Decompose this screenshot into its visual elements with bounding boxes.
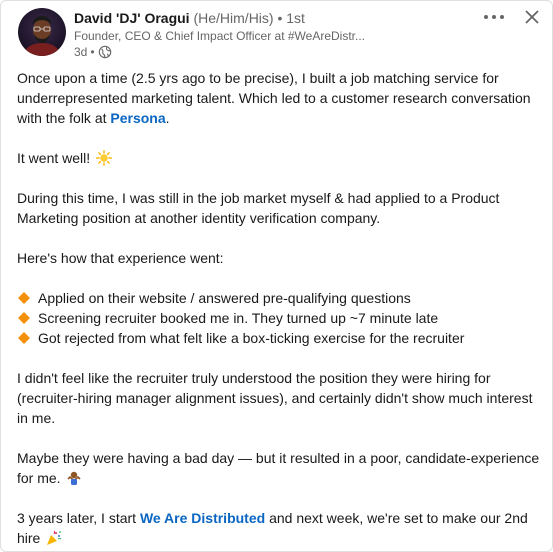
- post-paragraph-1: Once upon a time (2.5 yrs ago to be prec…: [17, 68, 542, 128]
- post-body: Once upon a time (2.5 yrs ago to be prec…: [17, 68, 542, 548]
- sun-emoji-icon: [96, 150, 112, 166]
- close-button[interactable]: [520, 5, 544, 29]
- orange-diamond-icon: [17, 310, 31, 324]
- paragraph-text: Maybe they were having a bad day — but i…: [17, 450, 540, 486]
- bullet-text: Got rejected from what felt like a box-t…: [38, 330, 465, 346]
- post-card: David 'DJ' Oragui (He/Him/His) • 1st Fou…: [0, 0, 553, 552]
- author-headline: Founder, CEO & Chief Impact Officer at #…: [74, 29, 365, 43]
- author-name[interactable]: David 'DJ' Oragui: [74, 10, 190, 26]
- close-icon: [525, 10, 539, 24]
- author-name-row: David 'DJ' Oragui (He/Him/His) • 1st: [74, 9, 365, 27]
- persona-link[interactable]: Persona: [110, 110, 165, 126]
- paragraph-text: .: [165, 110, 170, 126]
- meta-separator: •: [90, 45, 95, 59]
- bullet-text: Applied on their website / answered pre-…: [38, 290, 411, 306]
- connection-degree: 1st: [286, 10, 305, 26]
- party-popper-emoji-icon: [46, 530, 62, 546]
- orange-diamond-icon: [17, 330, 31, 344]
- bullet-item: Got rejected from what felt like a box-t…: [17, 328, 542, 348]
- more-horizontal-icon: [484, 15, 504, 19]
- paragraph-text: Once upon a time (2.5 yrs ago to be prec…: [17, 70, 531, 126]
- bullet-item: Applied on their website / answered pre-…: [17, 288, 542, 308]
- more-options-button[interactable]: [480, 5, 508, 29]
- shrug-emoji-icon: [66, 470, 82, 486]
- we-are-distributed-link[interactable]: We Are Distributed: [140, 510, 265, 526]
- post-paragraph-5: I didn't feel like the recruiter truly u…: [17, 370, 533, 426]
- post-paragraph-7: 3 years later, I start We Are Distribute…: [17, 508, 542, 548]
- author-info: David 'DJ' Oragui (He/Him/His) • 1st Fou…: [74, 9, 365, 60]
- globe-icon: [98, 45, 112, 59]
- post-meta: 3d •: [74, 44, 365, 60]
- separator-dot: •: [277, 10, 283, 26]
- author-pronouns: (He/Him/His): [193, 10, 274, 26]
- post-paragraph-4: Here's how that experience went:: [17, 250, 224, 266]
- bullet-item: Screening recruiter booked me in. They t…: [17, 308, 542, 328]
- post-paragraph-3: During this time, I was still in the job…: [17, 190, 500, 226]
- orange-diamond-icon: [17, 290, 31, 304]
- paragraph-text: 3 years later, I start: [17, 510, 140, 526]
- paragraph-text: It went well!: [17, 150, 91, 166]
- bullet-text: Screening recruiter booked me in. They t…: [38, 310, 439, 326]
- post-paragraph-6: Maybe they were having a bad day — but i…: [17, 448, 542, 488]
- post-time: 3d: [74, 45, 88, 59]
- post-paragraph-2: It went well!: [17, 148, 542, 168]
- avatar[interactable]: [18, 8, 66, 56]
